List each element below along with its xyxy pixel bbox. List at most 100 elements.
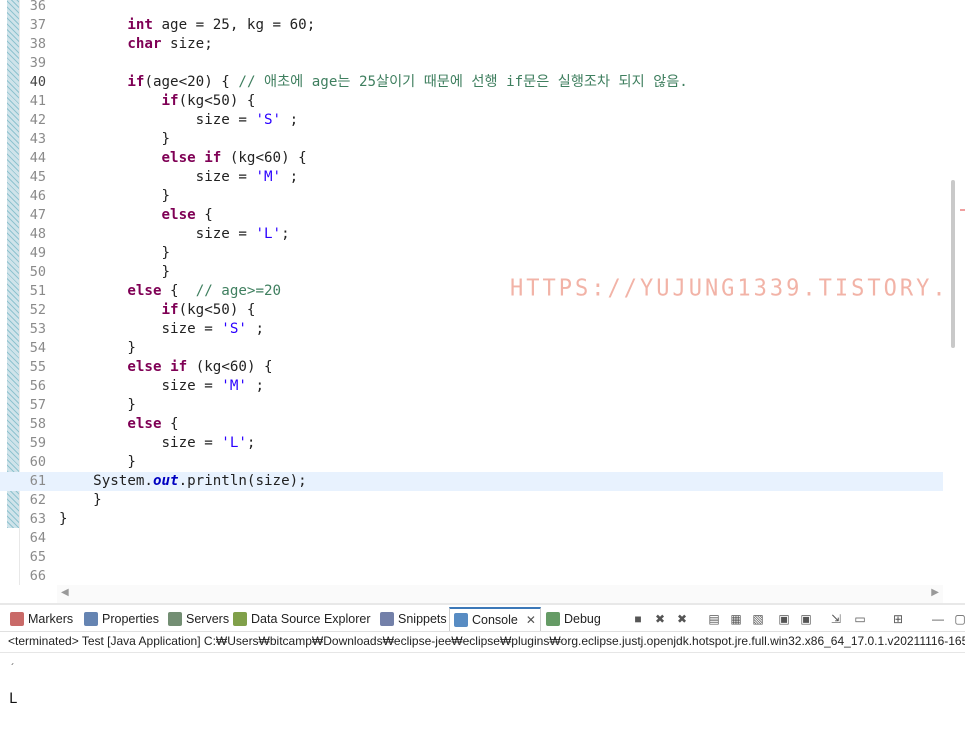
- code-line[interactable]: 66: [0, 567, 943, 586]
- tab-markers[interactable]: Markers: [10, 607, 73, 631]
- tab-data-source-explorer[interactable]: Data Source Explorer: [233, 607, 371, 631]
- tab-label: Data Source Explorer: [251, 612, 371, 626]
- code-token: (age<20) {: [144, 74, 239, 90]
- console-output-area[interactable]: ´ L: [0, 652, 965, 736]
- pin-console-icon[interactable]: ⇲: [828, 611, 844, 627]
- string-token: 'L': [255, 226, 282, 242]
- code-line[interactable]: 64: [0, 529, 943, 548]
- panel-splitter[interactable]: [0, 603, 965, 605]
- keyword-token: if: [170, 359, 188, 375]
- tab-console[interactable]: Console ✕: [449, 607, 541, 631]
- code-line[interactable]: 60 }: [0, 453, 943, 472]
- clear-console-icon[interactable]: ▤: [706, 611, 722, 627]
- code-text: if(kg<50) {: [59, 92, 256, 111]
- code-token: }: [59, 492, 102, 508]
- code-line[interactable]: 37 int age = 25, kg = 60;: [0, 16, 943, 35]
- code-line[interactable]: 36: [0, 0, 943, 16]
- line-number: 65: [29, 549, 46, 565]
- line-number: 37: [29, 17, 46, 33]
- line-number: 57: [29, 397, 46, 413]
- line-number: 46: [29, 188, 46, 204]
- tab-label: Servers: [186, 612, 230, 626]
- line-number: 43: [29, 131, 46, 147]
- line-number: 51: [29, 283, 46, 299]
- code-line[interactable]: 58 else {: [0, 415, 943, 434]
- code-line[interactable]: 55 else if (kg<60) {: [0, 358, 943, 377]
- keyword-token: else: [127, 416, 162, 432]
- code-line[interactable]: 63}: [0, 510, 943, 529]
- code-line[interactable]: 59 size = 'L';: [0, 434, 943, 453]
- display-console-icon[interactable]: ▭: [852, 611, 868, 627]
- line-number: 61: [29, 473, 46, 489]
- keyword-token: else: [161, 150, 196, 166]
- code-line[interactable]: 47 else {: [0, 206, 943, 225]
- code-line[interactable]: 54 }: [0, 339, 943, 358]
- line-number: 48: [29, 226, 46, 242]
- overview-ruler-marker[interactable]: [960, 209, 965, 211]
- code-line[interactable]: 38 char size;: [0, 35, 943, 54]
- scroll-right-arrow-icon[interactable]: ▶: [931, 587, 939, 598]
- maximize-icon[interactable]: ▢: [952, 611, 965, 627]
- code-editor[interactable]: 36 37 int age = 25, kg = 60; 38 char size;…: [0, 0, 965, 605]
- vertical-scrollbar-thumb[interactable]: [951, 180, 955, 348]
- code-line[interactable]: 41 if(kg<50) {: [0, 92, 943, 111]
- show-on-stderr-icon[interactable]: ▣: [798, 611, 814, 627]
- snippets-icon: [380, 612, 394, 626]
- word-wrap-icon[interactable]: ▧: [750, 611, 766, 627]
- remove-launch-icon[interactable]: ✖: [652, 611, 668, 627]
- remove-all-terminated-icon[interactable]: ✖: [674, 611, 690, 627]
- code-line[interactable]: 39: [0, 54, 943, 73]
- tab-servers[interactable]: Servers: [168, 607, 229, 631]
- code-line[interactable]: 53 size = 'S' ;: [0, 320, 943, 339]
- code-line[interactable]: 62 }: [0, 491, 943, 510]
- keyword-token: else: [161, 207, 196, 223]
- string-token: 'S': [221, 321, 247, 337]
- code-line[interactable]: 42 size = 'S' ;: [0, 111, 943, 130]
- code-line[interactable]: 56 size = 'M' ;: [0, 377, 943, 396]
- console-icon: [454, 613, 468, 627]
- tab-label: Debug: [564, 612, 601, 626]
- show-on-stdout-icon[interactable]: ▣: [776, 611, 792, 627]
- code-line[interactable]: 40 if(age<20) { // 애초에 age는 25살이기 때문에 선행…: [0, 73, 943, 92]
- tab-snippets[interactable]: Snippets: [380, 607, 447, 631]
- scroll-lock-icon[interactable]: ▦: [728, 611, 744, 627]
- line-number: 38: [29, 36, 46, 52]
- code-line[interactable]: 65: [0, 548, 943, 567]
- code-token: {: [195, 207, 213, 223]
- code-line[interactable]: 43 }: [0, 130, 943, 149]
- tab-properties[interactable]: Properties: [84, 607, 159, 631]
- code-line[interactable]: 44 else if (kg<60) {: [0, 149, 943, 168]
- line-number: 36: [29, 0, 46, 14]
- code-text: }: [59, 491, 102, 510]
- markers-icon: [10, 612, 24, 626]
- code-token: {: [161, 416, 179, 432]
- code-line[interactable]: 61 System.out.println(size);: [0, 472, 943, 491]
- tab-debug[interactable]: Debug: [546, 607, 601, 631]
- code-text: if(kg<50) {: [59, 301, 256, 320]
- comment-token: // age>=20: [195, 283, 282, 299]
- close-icon[interactable]: ✕: [526, 613, 536, 627]
- code-line[interactable]: 52 if(kg<50) {: [0, 301, 943, 320]
- string-token: 'L': [221, 435, 247, 451]
- open-console-icon[interactable]: ⊞: [890, 611, 906, 627]
- code-line[interactable]: 48 size = 'L';: [0, 225, 943, 244]
- line-number: 56: [29, 378, 46, 394]
- horizontal-scrollbar[interactable]: ◀ ▶: [57, 585, 943, 603]
- code-line[interactable]: 57 }: [0, 396, 943, 415]
- code-line[interactable]: 49 }: [0, 244, 943, 263]
- code-text: }: [59, 263, 170, 282]
- code-token: (kg<50) {: [178, 93, 256, 109]
- line-number: 50: [29, 264, 46, 280]
- code-line[interactable]: 45 size = 'M' ;: [0, 168, 943, 187]
- minimize-icon[interactable]: —: [930, 611, 946, 627]
- terminate-icon[interactable]: ■: [630, 611, 646, 627]
- code-token: }: [59, 340, 136, 356]
- code-line[interactable]: 46 }: [0, 187, 943, 206]
- line-number: 52: [29, 302, 46, 318]
- scroll-left-arrow-icon[interactable]: ◀: [61, 587, 69, 598]
- code-token: {: [161, 283, 196, 299]
